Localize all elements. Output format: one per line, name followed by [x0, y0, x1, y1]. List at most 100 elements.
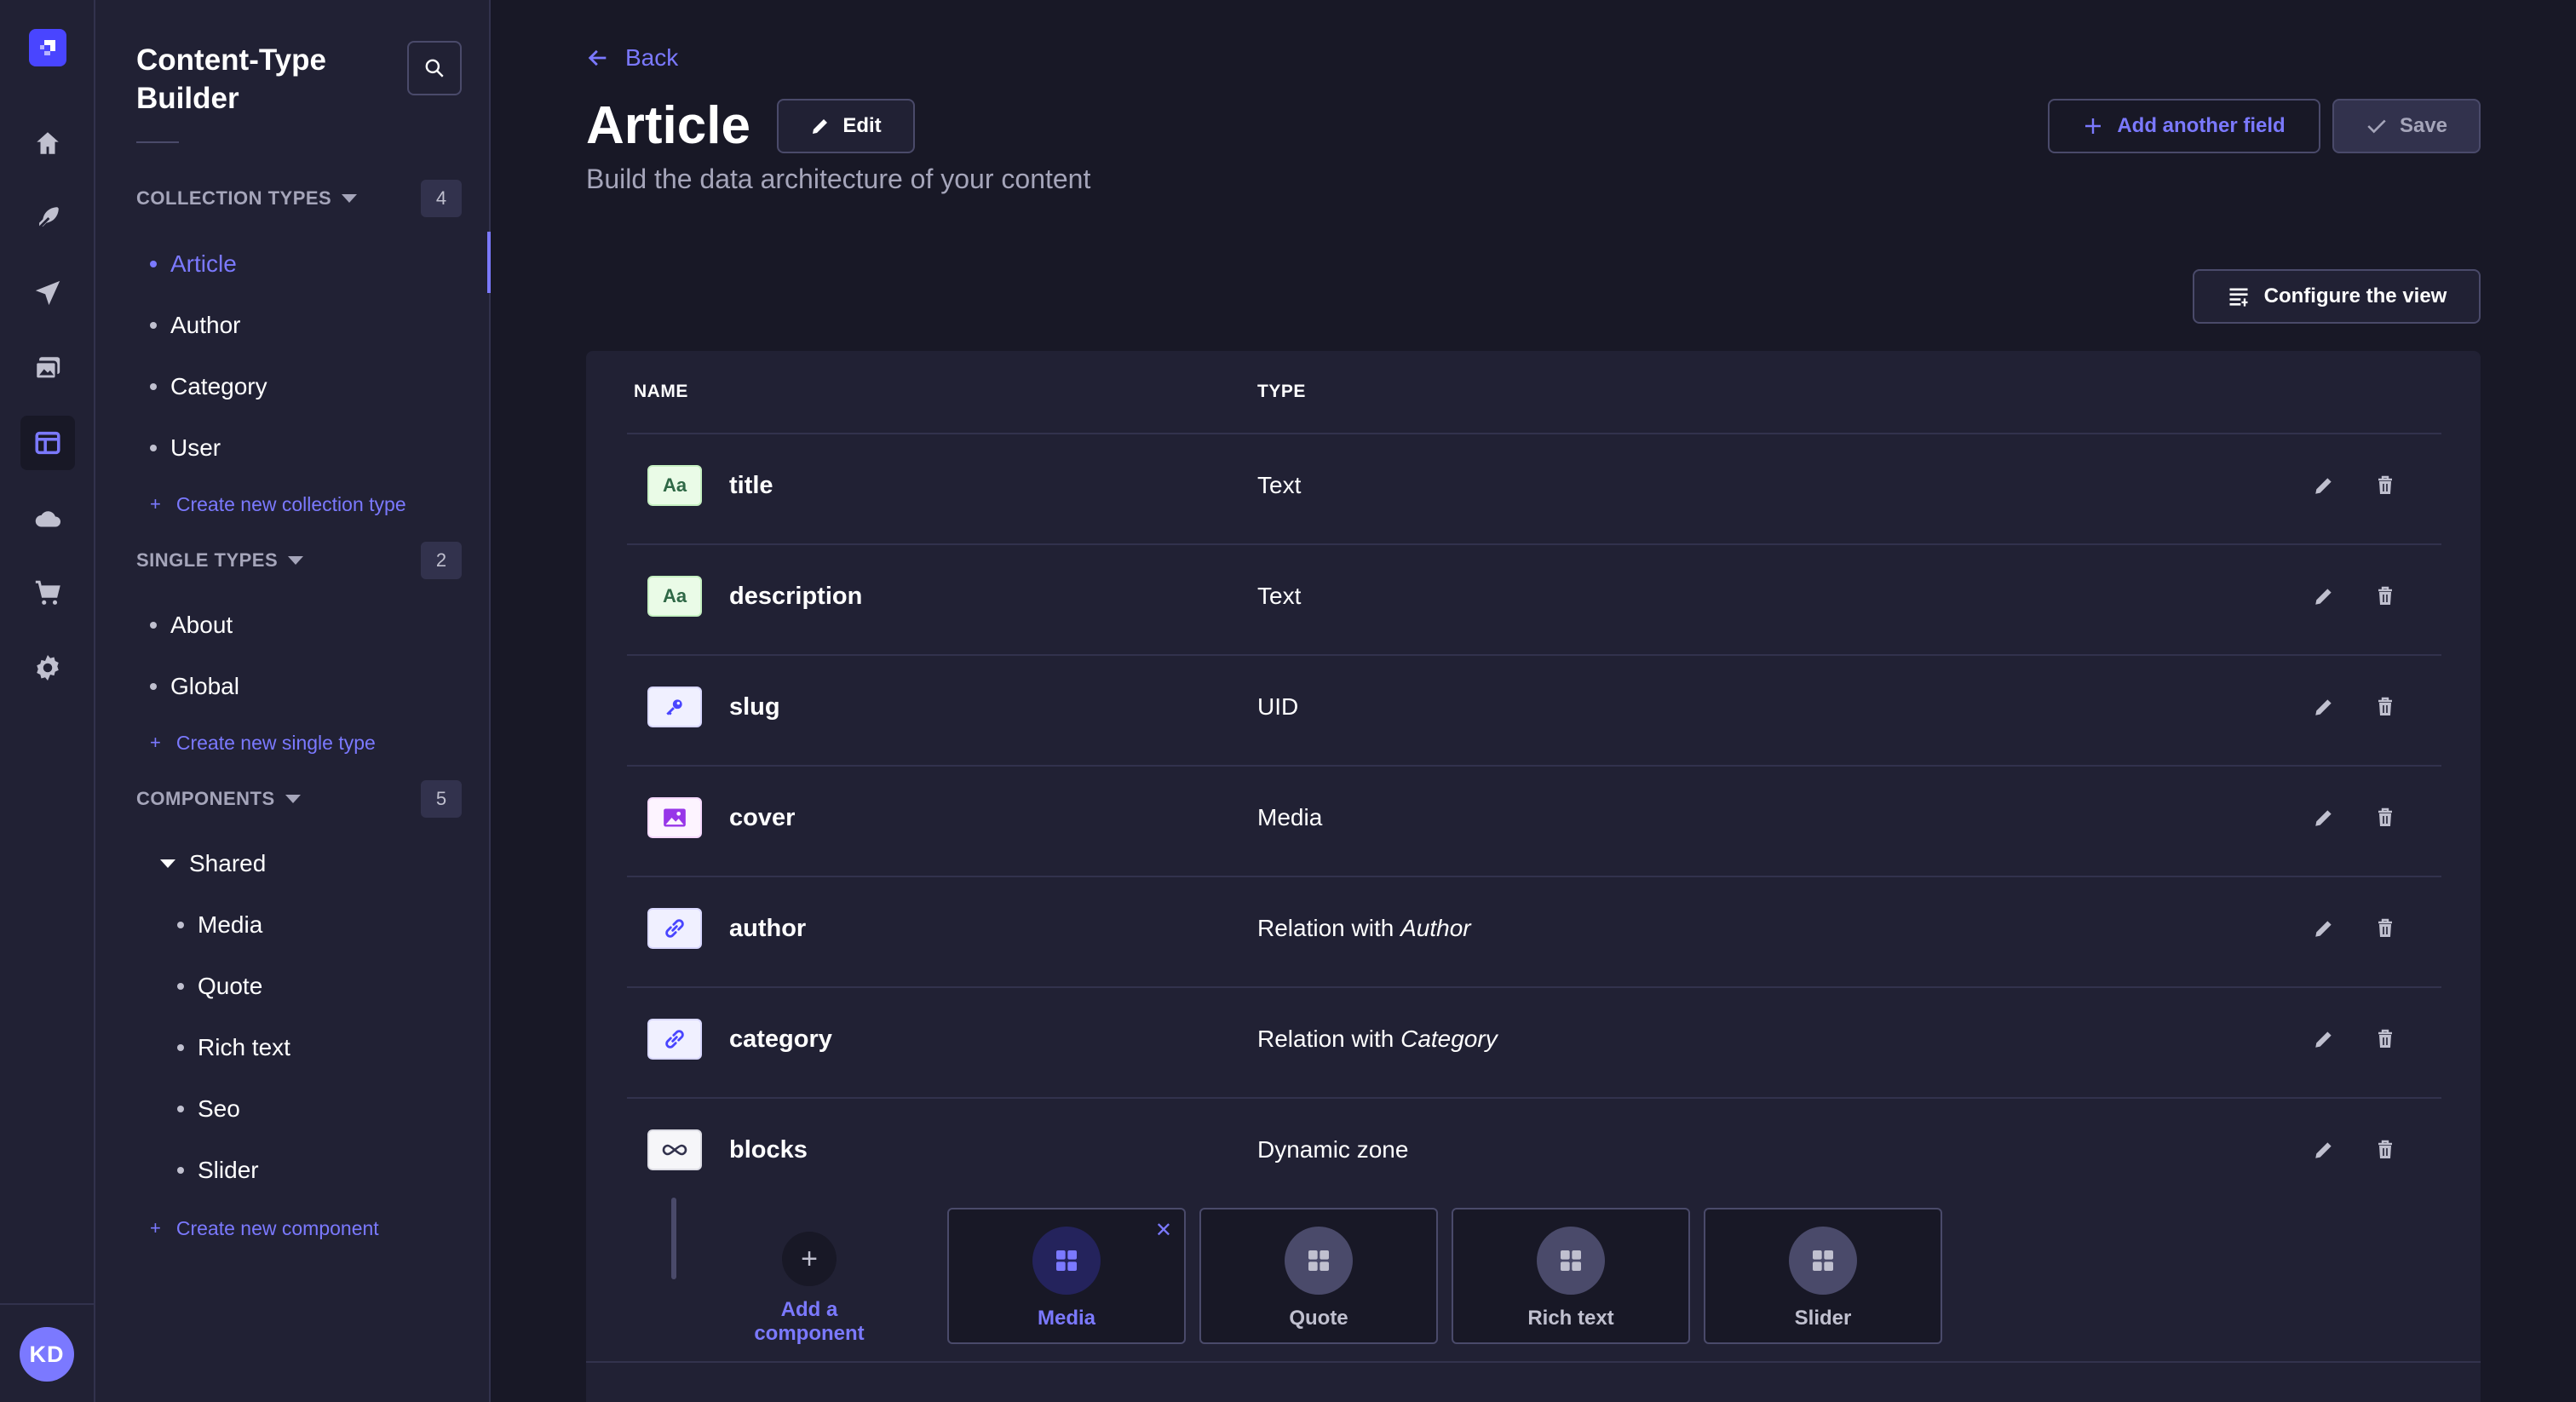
nav-item-user[interactable]: User	[150, 424, 221, 472]
back-label: Back	[625, 44, 679, 71]
pencil-icon[interactable]	[2307, 690, 2341, 724]
plus-icon: +	[150, 732, 161, 753]
pencil-icon[interactable]	[2307, 468, 2341, 503]
close-icon[interactable]: ✕	[1155, 1218, 1172, 1243]
component-label: Slider	[1794, 1307, 1852, 1330]
edit-button[interactable]: Edit	[777, 99, 915, 153]
column-header-name: NAME	[634, 382, 688, 401]
caret-down-icon	[285, 795, 301, 803]
bullet-icon	[150, 445, 157, 451]
link-icon	[647, 1019, 702, 1060]
create-component-link[interactable]: + Create new component	[150, 1211, 379, 1245]
nav-item-label: Author	[170, 312, 241, 338]
relation-prefix: Relation with	[1257, 1026, 1401, 1052]
search-icon	[425, 59, 444, 78]
nav-item-label: Article	[170, 250, 237, 277]
feather-icon[interactable]	[20, 191, 75, 245]
nav-item-article[interactable]: Article	[150, 240, 237, 288]
create-link-label: Create new single type	[175, 731, 376, 754]
media-library-icon[interactable]	[20, 341, 75, 395]
nav-item-label: Category	[170, 373, 267, 399]
section-single-types[interactable]: SINGLE TYPES 2	[136, 542, 470, 579]
trash-icon[interactable]	[2368, 801, 2402, 835]
nav-item-quote[interactable]: Quote	[177, 962, 262, 1010]
cart-icon[interactable]	[20, 566, 75, 620]
rail-divider	[0, 1303, 94, 1305]
field-name: slug	[729, 693, 780, 721]
nav-item-slider[interactable]: Slider	[177, 1146, 259, 1194]
row-divider	[627, 433, 2441, 434]
nav-group-shared[interactable]: Shared	[150, 840, 266, 888]
subnav-search-button[interactable]	[407, 41, 462, 95]
link-icon	[647, 908, 702, 949]
nav-item-label: About	[170, 612, 233, 638]
section-collection-types[interactable]: COLLECTION TYPES 4	[136, 180, 470, 217]
create-collection-type-link[interactable]: + Create new collection type	[150, 487, 406, 521]
bullet-icon	[177, 1044, 184, 1051]
bullet-icon	[177, 922, 184, 928]
column-header-type: TYPE	[1257, 382, 1306, 401]
paper-plane-icon[interactable]	[20, 266, 75, 320]
component-card-rich-text[interactable]: Rich text	[1452, 1208, 1690, 1344]
cloud-icon[interactable]	[20, 491, 75, 545]
create-link-label: Create new component	[175, 1216, 379, 1239]
nav-item-category[interactable]: Category	[150, 363, 267, 411]
component-card-media[interactable]: ✕ Media	[947, 1208, 1186, 1344]
field-type: Text	[1257, 472, 1302, 498]
nav-item-label: User	[170, 434, 221, 461]
nav-item-rich-text[interactable]: Rich text	[177, 1024, 290, 1072]
nav-item-global[interactable]: Global	[150, 663, 239, 710]
page-subtitle: Build the data architecture of your cont…	[586, 164, 1091, 194]
pencil-icon[interactable]	[2307, 911, 2341, 945]
field-type: Relation with Author	[1257, 915, 1471, 942]
trash-icon[interactable]	[2368, 911, 2402, 945]
trash-icon[interactable]	[2368, 690, 2402, 724]
field-name: title	[729, 472, 773, 499]
pencil-icon[interactable]	[2307, 1022, 2341, 1056]
trash-icon[interactable]	[2368, 1022, 2402, 1056]
field-type: Text	[1257, 583, 1302, 609]
trash-icon[interactable]	[2368, 468, 2402, 503]
nav-item-label: Global	[170, 673, 239, 699]
layout-icon[interactable]	[20, 416, 75, 470]
gear-icon[interactable]	[20, 641, 75, 695]
create-single-type-link[interactable]: + Create new single type	[150, 726, 376, 760]
row-divider	[627, 1097, 2441, 1099]
field-type: Media	[1257, 804, 1323, 830]
pencil-icon[interactable]	[2307, 579, 2341, 613]
field-type: Relation with Category	[1257, 1026, 1498, 1053]
bullet-icon	[177, 983, 184, 990]
active-indicator	[487, 232, 491, 293]
component-label: Rich text	[1527, 1307, 1614, 1330]
bullet-icon	[150, 322, 157, 329]
home-icon[interactable]	[20, 116, 75, 170]
nav-item-label: Slider	[198, 1157, 259, 1183]
dynamic-zone-connector	[671, 1198, 676, 1279]
relation-prefix: Relation with	[1257, 915, 1401, 941]
nav-item-seo[interactable]: Seo	[177, 1085, 240, 1133]
nav-item-label: Seo	[198, 1095, 240, 1122]
component-card-quote[interactable]: Quote	[1199, 1208, 1438, 1344]
add-component-button[interactable]: + Add a component	[724, 1232, 894, 1346]
pencil-icon[interactable]	[2307, 801, 2341, 835]
avatar[interactable]: KD	[20, 1327, 74, 1382]
row-divider	[586, 1361, 2481, 1363]
back-link[interactable]: Back	[586, 39, 678, 77]
trash-icon[interactable]	[2368, 579, 2402, 613]
trash-icon[interactable]	[2368, 1133, 2402, 1167]
relation-target: Category	[1400, 1026, 1498, 1052]
nav-item-author[interactable]: Author	[150, 302, 241, 349]
configure-view-button[interactable]: Configure the view	[2193, 269, 2481, 324]
strapi-logo-icon[interactable]	[29, 29, 66, 66]
field-name: blocks	[729, 1136, 808, 1164]
grid-icon	[1537, 1227, 1605, 1295]
nav-group-label: Shared	[189, 850, 267, 876]
section-components[interactable]: COMPONENTS 5	[136, 780, 470, 818]
save-button[interactable]: Save	[2332, 99, 2481, 153]
add-another-field-button[interactable]: Add another field	[2048, 99, 2320, 153]
pencil-icon[interactable]	[2307, 1133, 2341, 1167]
arrow-left-icon	[588, 49, 607, 66]
component-card-slider[interactable]: Slider	[1704, 1208, 1942, 1344]
nav-item-media[interactable]: Media	[177, 901, 262, 949]
nav-item-about[interactable]: About	[150, 601, 233, 649]
